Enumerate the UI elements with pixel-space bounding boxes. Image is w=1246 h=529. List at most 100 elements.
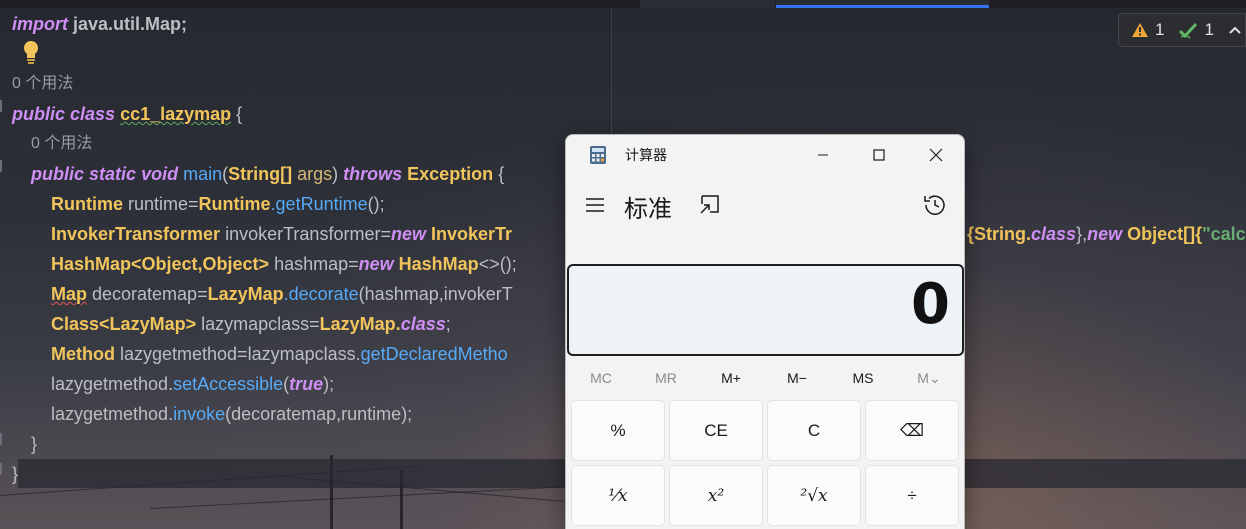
- clear-button[interactable]: C: [767, 400, 861, 461]
- string-literal: "calc: [1202, 224, 1246, 244]
- hamburger-menu-icon[interactable]: [582, 193, 608, 217]
- warning-icon: [1131, 22, 1149, 38]
- type: HashMap: [51, 254, 132, 274]
- memory-recall-button[interactable]: MR: [633, 363, 699, 393]
- editor-tab-strip: [0, 0, 1246, 8]
- method-name: getDeclaredMetho: [360, 344, 508, 364]
- square-button[interactable]: x²: [669, 465, 763, 526]
- lightbulb-icon[interactable]: [20, 39, 42, 65]
- keyword: void: [141, 164, 179, 184]
- type: InvokerTransformer: [51, 224, 221, 244]
- calculator-window[interactable]: 计算器 标准 0 MC MR M+ M− MS M⌄ % CE C ⌫ ¹⁄x …: [565, 134, 965, 529]
- code-line-tail: {String.class},new Object[]{"calc: [967, 219, 1246, 249]
- memory-store-button[interactable]: MS: [830, 363, 896, 393]
- keyword: throws: [343, 164, 403, 184]
- type: LazyMap.: [319, 314, 401, 334]
- keyword: true: [289, 374, 324, 394]
- type: Map: [51, 284, 87, 304]
- keyword: class: [1031, 224, 1077, 244]
- code-text: lazygetmethod.: [51, 404, 174, 424]
- type: Method: [51, 344, 115, 364]
- maximize-button[interactable]: [851, 135, 907, 175]
- percent-button[interactable]: %: [571, 400, 665, 461]
- minimize-icon: [818, 154, 828, 156]
- code-line: import java.util.Map;: [12, 9, 187, 39]
- method-name: .decorate: [283, 284, 359, 304]
- maximize-icon: [873, 149, 885, 161]
- code-line: HashMap<Object,Object> hashmap=new HashM…: [51, 249, 517, 279]
- code-line: Map decoratemap=LazyMap.decorate(hashmap…: [51, 279, 513, 309]
- fold-marker[interactable]: [0, 463, 7, 475]
- type: Object[]{: [1122, 224, 1203, 244]
- editor-tab-active[interactable]: [776, 0, 989, 8]
- divide-button[interactable]: ÷: [865, 465, 959, 526]
- chevron-up-icon[interactable]: [1228, 25, 1242, 35]
- code-text: (decoratemap,runtime);: [225, 404, 413, 424]
- code-text: decoratemap=: [87, 284, 208, 304]
- type: {String.: [967, 224, 1032, 244]
- code-text: },: [1076, 224, 1088, 244]
- type: <LazyMap>: [99, 314, 197, 334]
- type: String[]: [228, 164, 293, 184]
- code-text: lazygetmethod.: [51, 374, 174, 394]
- mode-bar: 标准: [566, 183, 964, 227]
- weak-warning-count: 1: [1204, 20, 1214, 39]
- keep-on-top-icon[interactable]: [697, 193, 723, 217]
- fold-marker[interactable]: [0, 433, 7, 445]
- code-line: Method lazygetmethod=lazymapclass.getDec…: [51, 339, 508, 369]
- code-text: lazygetmethod=lazymapclass.: [114, 344, 361, 364]
- method-name: invoke: [173, 404, 226, 424]
- code-text: (hashmap,invokerT: [358, 284, 513, 304]
- usage-hint[interactable]: 0 个用法: [12, 69, 73, 99]
- backspace-button[interactable]: ⌫: [865, 400, 959, 461]
- type: InvokerTr: [425, 224, 513, 244]
- code-line: }: [12, 464, 19, 484]
- keyword: new: [390, 224, 426, 244]
- method-name: main: [183, 164, 223, 184]
- brace: {: [231, 104, 243, 124]
- code-text: ();: [367, 194, 385, 214]
- memory-add-button[interactable]: M+: [698, 363, 764, 393]
- fold-marker[interactable]: [0, 100, 7, 112]
- code-text: hashmap=: [269, 254, 359, 274]
- keyword: class: [400, 314, 446, 334]
- type: <Object,Object>: [131, 254, 270, 274]
- class-name: cc1_lazymap: [120, 104, 232, 124]
- display-value: 0: [911, 272, 950, 337]
- memory-subtract-button[interactable]: M−: [764, 363, 830, 393]
- code-line: Class<LazyMap> lazymapclass=LazyMap.clas…: [51, 309, 451, 339]
- keyword: new: [1087, 224, 1123, 244]
- inspection-widget[interactable]: 1 1: [1118, 13, 1246, 47]
- code-line: InvokerTransformer invokerTransformer=ne…: [51, 219, 512, 249]
- history-icon[interactable]: [922, 192, 948, 218]
- code-line: public class cc1_lazymap {: [12, 99, 242, 129]
- code-line: lazygetmethod.setAccessible(true);: [51, 369, 334, 399]
- close-icon: [929, 148, 943, 162]
- memory-clear-button[interactable]: MC: [568, 363, 634, 393]
- keyword: import: [12, 14, 68, 34]
- keyword: public: [12, 104, 65, 124]
- fold-marker[interactable]: [0, 160, 7, 172]
- minimize-button[interactable]: [795, 135, 851, 175]
- reciprocal-button[interactable]: ¹⁄x: [571, 465, 665, 526]
- keyword: class: [70, 104, 116, 124]
- code-text: runtime=: [123, 194, 199, 214]
- code-text: );: [323, 374, 335, 394]
- type: Class: [51, 314, 100, 334]
- warning-count: 1: [1155, 20, 1165, 39]
- code-line: public static void main(String[] args) t…: [31, 164, 505, 184]
- check-icon: [1178, 21, 1198, 39]
- param: args: [297, 164, 333, 184]
- background-wire: [149, 486, 570, 509]
- editor-tab[interactable]: [640, 0, 775, 8]
- import-path: java.util.Map;: [68, 14, 188, 34]
- square-root-button[interactable]: ²√x: [767, 465, 861, 526]
- title-bar[interactable]: 计算器: [566, 135, 964, 175]
- usage-hint[interactable]: 0 个用法: [31, 129, 92, 159]
- code-line: }: [31, 434, 38, 454]
- memory-list-button[interactable]: M⌄: [896, 363, 962, 393]
- close-button[interactable]: [908, 135, 964, 175]
- clear-entry-button[interactable]: CE: [669, 400, 763, 461]
- type: LazyMap: [207, 284, 284, 304]
- type: Exception: [407, 164, 494, 184]
